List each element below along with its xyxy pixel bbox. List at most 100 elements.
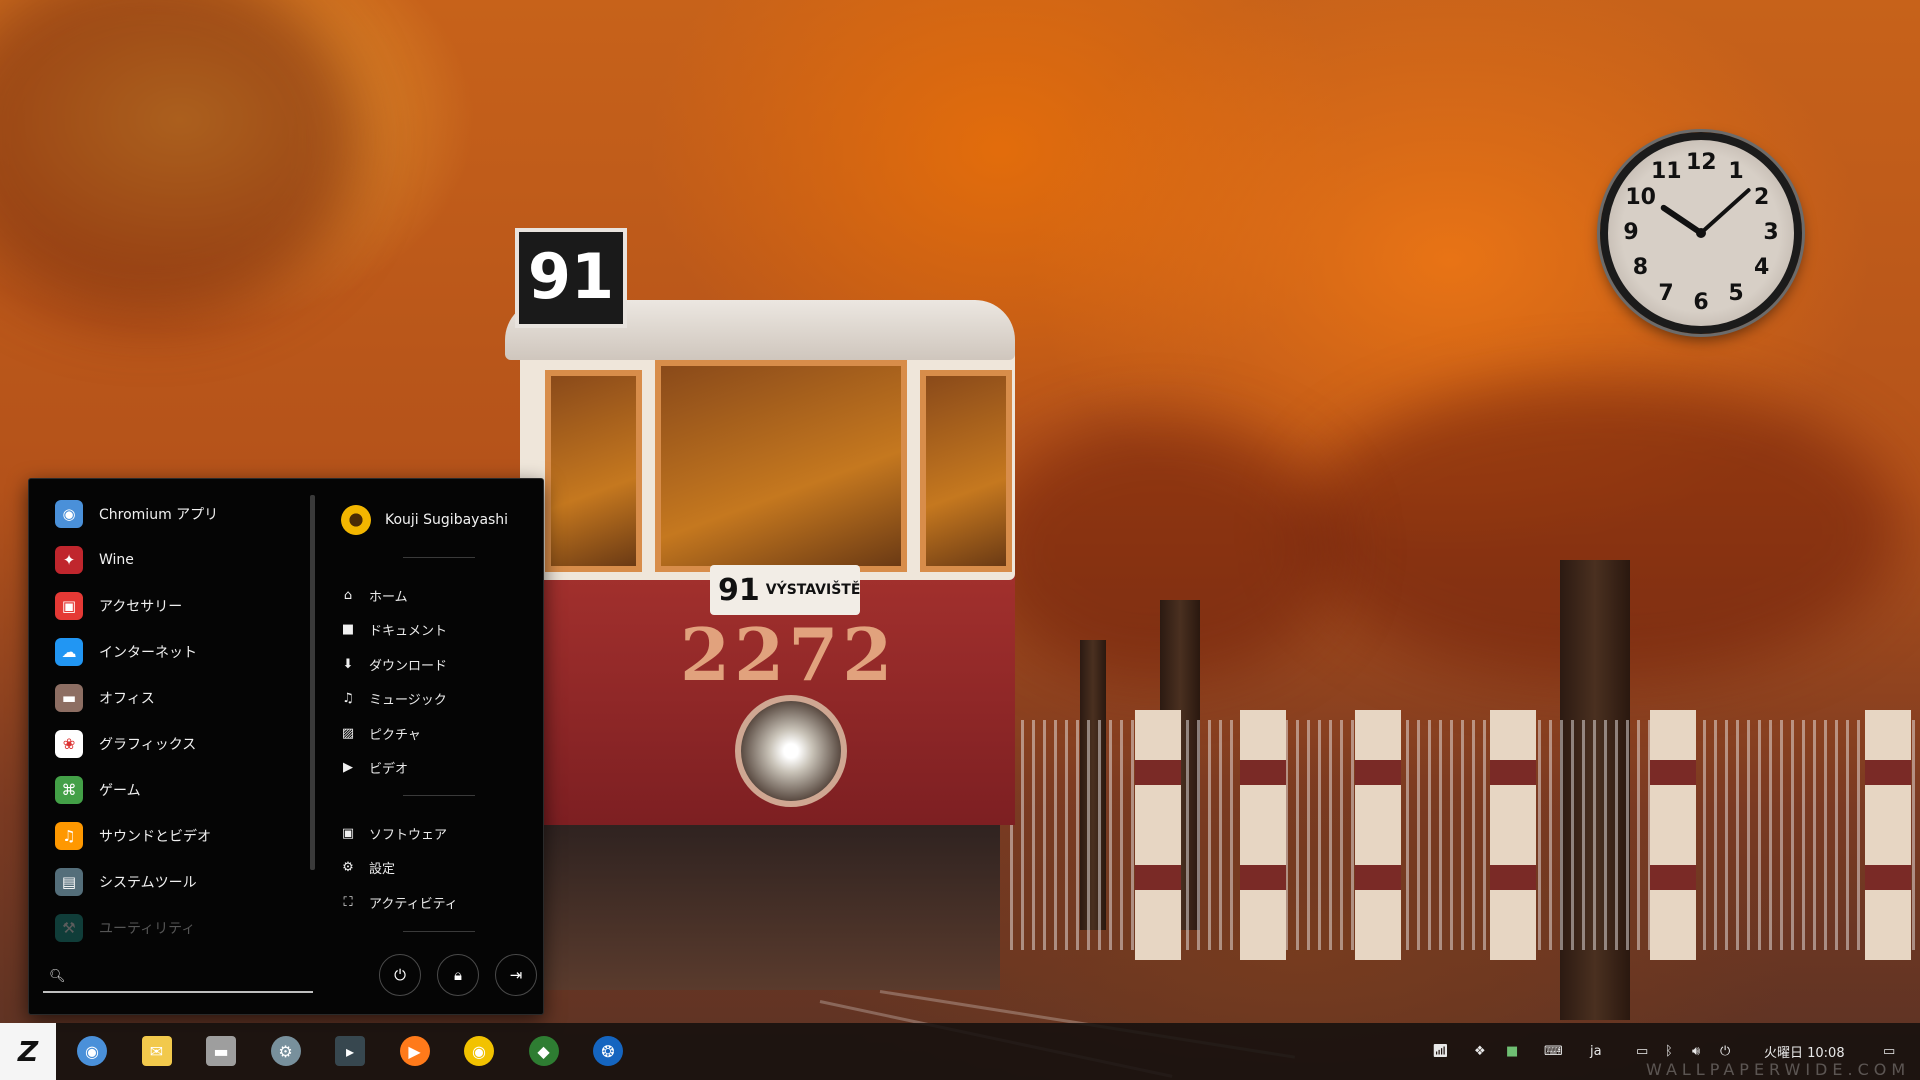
games-icon: ⌘ bbox=[55, 776, 83, 804]
keyboard-indicator[interactable]: ⌨ bbox=[1544, 1023, 1563, 1080]
menu-category-label: グラフィックス bbox=[99, 737, 197, 753]
place-link[interactable]: ▨ ピクチャ bbox=[341, 719, 421, 747]
media-player-launcher[interactable]: ▶ bbox=[397, 1033, 433, 1069]
menu-category-item[interactable]: ▬ オフィス bbox=[29, 675, 299, 721]
place-link[interactable]: ⛶ アクティビティ bbox=[341, 888, 458, 916]
files-launcher[interactable]: ▬ bbox=[203, 1033, 239, 1069]
menu-category-item[interactable]: ◉ Chromium アプリ bbox=[29, 491, 299, 537]
lock-button[interactable]: 🔒︎ bbox=[437, 954, 479, 996]
system-tools-icon: ▤ bbox=[55, 868, 83, 896]
place-link[interactable]: ⚙ 設定 bbox=[341, 854, 395, 882]
clock-numeral: 11 bbox=[1651, 159, 1682, 185]
gear-icon: ⚙ bbox=[270, 1036, 301, 1066]
lock-icon: 🔒︎ bbox=[454, 966, 462, 984]
category-scrollbar[interactable] bbox=[310, 495, 315, 870]
clock-numeral: 10 bbox=[1625, 185, 1656, 210]
application-menu: ◉ Chromium アプリ ✦ Wine ▣ アクセサリー ☁ インターネット ▬ オフィス ❀ グ… bbox=[28, 478, 544, 1015]
menu-category-label: システムツール bbox=[99, 875, 197, 891]
volume-icon: 🔊︎ bbox=[1692, 1044, 1701, 1059]
place-link[interactable]: ⌂ ホーム bbox=[341, 581, 408, 609]
menu-category-item[interactable]: ⚒ ユーティリティ bbox=[29, 905, 299, 951]
terminal-icon: ▸ bbox=[335, 1036, 365, 1066]
vector-icon: ◆ bbox=[528, 1036, 559, 1066]
power-icon: ⏻ bbox=[394, 966, 406, 984]
clock-numeral: 3 bbox=[1763, 220, 1779, 245]
menu-category-label: ユーティリティ bbox=[99, 921, 196, 937]
menu-category-item[interactable]: ✦ Wine bbox=[29, 537, 299, 583]
chromium-icon: ◉ bbox=[77, 1036, 107, 1066]
place-link[interactable]: ♫ ミュージック bbox=[341, 685, 447, 713]
avatar bbox=[341, 505, 371, 535]
place-label: ホーム bbox=[369, 589, 408, 605]
analog-clock-widget[interactable]: 12 1 2 3 4 5 6 7 8 9 10 11 bbox=[1600, 132, 1802, 334]
place-link[interactable]: ■ ドキュメント bbox=[341, 616, 447, 644]
update-indicator[interactable]: ■ bbox=[1506, 1023, 1518, 1080]
clock-label: 火曜日 10:08 bbox=[1764, 1046, 1845, 1061]
picture-icon: ▨ bbox=[341, 725, 355, 741]
software-icon: ▣ bbox=[341, 825, 355, 841]
menu-category-item[interactable]: ▤ システムツール bbox=[29, 859, 299, 905]
zorin-logo-icon: Z bbox=[17, 1035, 39, 1068]
tram-headlight bbox=[735, 695, 847, 807]
menu-category-item[interactable]: ⌘ ゲーム bbox=[29, 767, 299, 813]
camera-app-launcher[interactable]: ❂ bbox=[590, 1033, 626, 1069]
graphics-icon: ❀ bbox=[55, 730, 83, 758]
office-icon: ▬ bbox=[55, 684, 83, 712]
terminal-launcher[interactable]: ▸ bbox=[332, 1033, 368, 1069]
clock-numeral: 6 bbox=[1693, 290, 1709, 315]
clock-center-pin bbox=[1696, 228, 1706, 238]
dropbox-indicator[interactable]: ❖ bbox=[1474, 1023, 1486, 1080]
clock-numeral: 2 bbox=[1753, 185, 1770, 210]
user-profile[interactable]: Kouji Sugibayashi bbox=[341, 503, 508, 537]
mail-launcher[interactable]: ✉ bbox=[139, 1033, 175, 1069]
place-link[interactable]: ⬇ ダウンロード bbox=[341, 650, 447, 678]
menu-category-label: アクセサリー bbox=[99, 599, 183, 615]
place-label: ソフトウェア bbox=[369, 827, 448, 843]
menu-category-item[interactable]: ♫ サウンドとビデオ bbox=[29, 813, 299, 859]
chromium-icon: ◉ bbox=[55, 500, 83, 528]
play-icon: ▶ bbox=[399, 1036, 430, 1066]
power-icon: ⏻ bbox=[1720, 1044, 1731, 1059]
place-link[interactable]: ▶ ビデオ bbox=[341, 754, 408, 782]
wallpaper-watermark: WALLPAPERWIDE.COM bbox=[1646, 1060, 1911, 1079]
menu-category-item[interactable]: ❀ グラフィックス bbox=[29, 721, 299, 767]
tram-fleet-number: 2272 bbox=[680, 612, 897, 697]
aperture-icon: ❂ bbox=[593, 1036, 623, 1066]
inkscape-launcher[interactable]: ◆ bbox=[526, 1033, 562, 1069]
music-player-launcher[interactable]: ◉ bbox=[461, 1033, 497, 1069]
activities-icon: ⛶ bbox=[343, 894, 353, 910]
document-icon: ■ bbox=[341, 622, 355, 637]
menu-category-item[interactable]: ☁ インターネット bbox=[29, 629, 299, 675]
start-menu-button[interactable]: Z bbox=[0, 1023, 56, 1080]
search-input[interactable] bbox=[71, 967, 295, 985]
settings-launcher[interactable]: ⚙ bbox=[268, 1033, 304, 1069]
menu-category-item[interactable]: ▣ アクセサリー bbox=[29, 583, 299, 629]
home-icon: ⌂ bbox=[343, 587, 353, 603]
logout-icon: ⇥ bbox=[509, 966, 523, 984]
place-label: ダウンロード bbox=[369, 658, 448, 674]
language-label: ja bbox=[1590, 1044, 1602, 1059]
clock-numeral: 5 bbox=[1728, 280, 1744, 306]
video-icon: ▶ bbox=[343, 760, 353, 775]
wireless-icon: 📶︎ bbox=[1432, 1044, 1449, 1059]
menu-search-box[interactable]: 🔍︎ bbox=[43, 961, 313, 993]
network-indicator[interactable]: 📶︎ bbox=[1432, 1023, 1449, 1080]
place-label: ピクチャ bbox=[369, 727, 421, 743]
bluetooth-icon: ᛒ bbox=[1665, 1044, 1673, 1059]
keyboard-icon: ⌨ bbox=[1544, 1044, 1563, 1059]
place-label: ドキュメント bbox=[369, 624, 448, 639]
clock-numeral: 7 bbox=[1658, 280, 1674, 306]
place-label: アクティビティ bbox=[369, 896, 458, 912]
place-link[interactable]: ▣ ソフトウェア bbox=[341, 819, 447, 847]
logout-button[interactable]: ⇥ bbox=[495, 954, 537, 996]
power-button[interactable]: ⏻ bbox=[379, 954, 421, 996]
settings-icon: ⚙ bbox=[342, 860, 354, 875]
input-language-indicator[interactable]: ja bbox=[1590, 1023, 1602, 1080]
place-label: 設定 bbox=[369, 862, 396, 877]
taskbar: Z ◉ ✉ ▬ ⚙ ▸ ▶ ◉ ◆ ❂ 📶︎ ❖ ■ ⌨ ja ▭ ᛒ 🔊︎ ⏻ 火曜日 10:… bbox=[0, 1023, 1920, 1080]
download-icon: ⬇ bbox=[342, 656, 354, 672]
notification-icon: ▭ bbox=[1883, 1044, 1896, 1059]
clock-minute-hand bbox=[1699, 187, 1752, 235]
search-icon: 🔍︎ bbox=[49, 968, 66, 984]
chromium-launcher[interactable]: ◉ bbox=[74, 1033, 110, 1069]
